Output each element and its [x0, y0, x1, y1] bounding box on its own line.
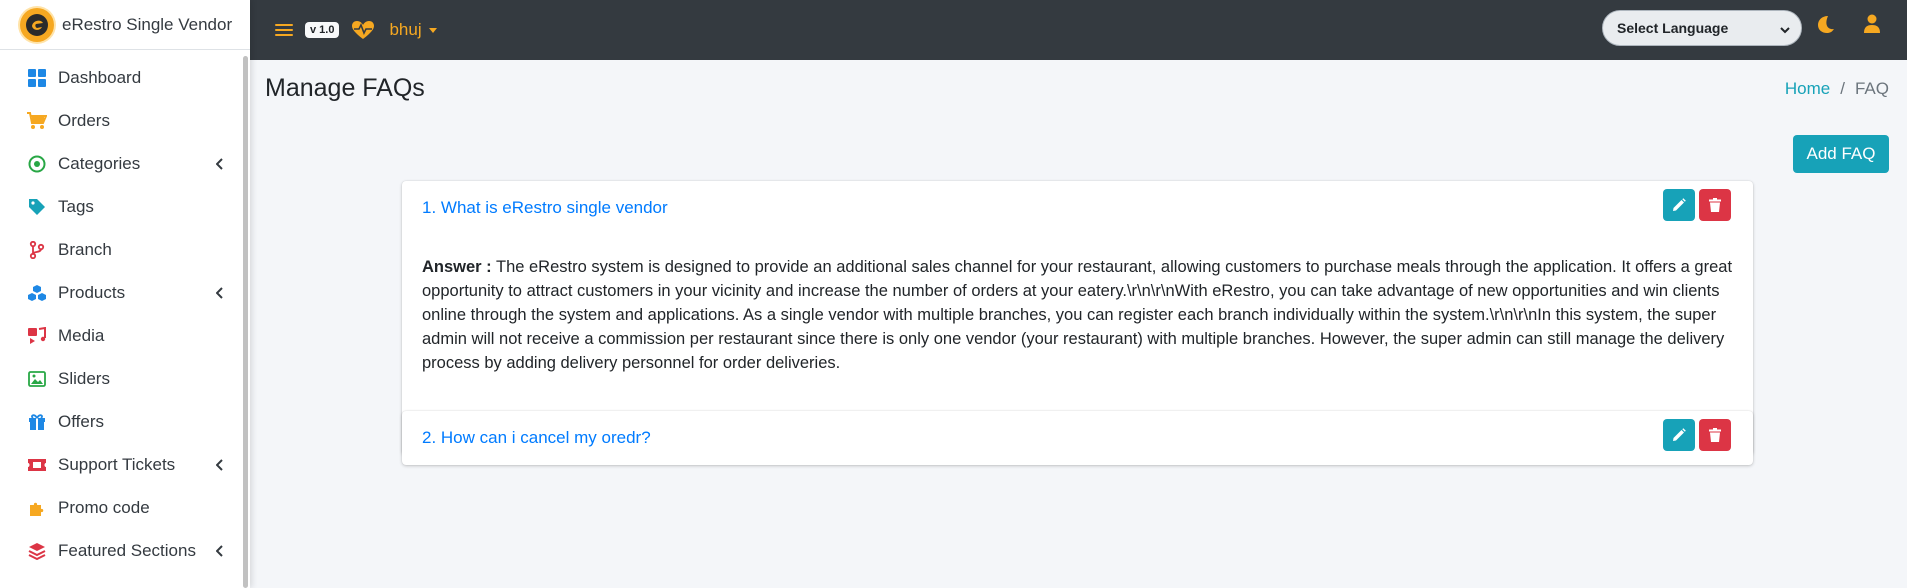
- sidebar-item-label: Sliders: [58, 368, 110, 388]
- sidebar-item-label: Branch: [58, 239, 112, 259]
- ticket-icon: [27, 455, 47, 475]
- breadcrumb-separator: /: [1840, 79, 1845, 98]
- heartbeat-icon[interactable]: [351, 19, 375, 41]
- sidebar-item-label: Dashboard: [58, 67, 142, 87]
- faq-question[interactable]: 1. What is eRestro single vendor: [422, 198, 668, 218]
- image-icon: [27, 369, 47, 389]
- branch-name: bhuj: [389, 20, 422, 39]
- sidebar-item-label: Offers: [58, 411, 104, 431]
- sidebar-item-dashboard[interactable]: Dashboard: [0, 56, 250, 99]
- faq-actions: [1663, 419, 1731, 451]
- sidebar-item-label: Support Tickets: [58, 454, 176, 474]
- brand[interactable]: eRestro Single Vendor: [0, 0, 250, 50]
- chevron-left-icon: [214, 286, 226, 299]
- chevron-left-icon: [214, 458, 226, 471]
- sidebar: eRestro Single Vendor Dashboard Orders C…: [0, 0, 250, 588]
- sidebar-item-label: Media: [58, 325, 105, 345]
- sidebar-item-featured-sections[interactable]: Featured Sections: [0, 529, 250, 572]
- trash-icon: [1709, 428, 1721, 442]
- trash-icon: [1709, 198, 1721, 212]
- sidebar-item-offers[interactable]: Offers: [0, 400, 250, 443]
- faq-question[interactable]: 2. How can i cancel my oredr?: [422, 428, 651, 448]
- media-icon: [27, 326, 47, 346]
- sidebar-item-support-tickets[interactable]: Support Tickets: [0, 443, 250, 486]
- breadcrumb: Home / FAQ: [1785, 79, 1889, 99]
- sidebar-item-sliders[interactable]: Sliders: [0, 357, 250, 400]
- sidebar-item-orders[interactable]: Orders: [0, 99, 250, 142]
- faq-card: 2. How can i cancel my oredr?: [402, 411, 1753, 465]
- edit-faq-button[interactable]: [1663, 189, 1695, 221]
- language-select[interactable]: Select Language: [1602, 10, 1802, 46]
- breadcrumb-current: FAQ: [1854, 79, 1889, 98]
- chevron-down-icon: [1779, 23, 1791, 35]
- menu-toggle-icon[interactable]: [275, 22, 293, 38]
- sidebar-scrollbar[interactable]: [243, 56, 248, 588]
- version-badge: v 1.0: [305, 22, 340, 38]
- sidebar-item-label: Categories: [58, 153, 141, 173]
- breadcrumb-home-link[interactable]: Home: [1785, 79, 1830, 99]
- sidebar-item-categories[interactable]: Categories: [0, 142, 250, 185]
- branch-dropdown[interactable]: bhuj: [389, 20, 437, 40]
- answer-text: The eRestro system is designed to provid…: [422, 258, 1733, 372]
- sidebar-item-products[interactable]: Products: [0, 271, 250, 314]
- sidebar-item-promo-code[interactable]: Promo code: [0, 486, 250, 529]
- moon-icon[interactable]: [1815, 14, 1835, 34]
- sidebar-item-label: Tags: [58, 196, 94, 216]
- pencil-icon: [1673, 198, 1686, 211]
- delete-faq-button[interactable]: [1699, 419, 1731, 451]
- brand-logo-icon: [20, 7, 54, 42]
- chevron-left-icon: [214, 157, 226, 170]
- branch-icon: [27, 240, 47, 260]
- sidebar-item-media[interactable]: Media: [0, 314, 250, 357]
- sidebar-item-branch[interactable]: Branch: [0, 228, 250, 271]
- dashboard-icon: [27, 68, 47, 88]
- cart-icon: [27, 111, 47, 131]
- gift-icon: [27, 412, 47, 432]
- topbar: v 1.0 bhuj Select Language: [250, 0, 1907, 60]
- target-icon: [27, 154, 47, 174]
- cubes-icon: [27, 283, 47, 303]
- caret-down-icon: [428, 27, 437, 33]
- sidebar-item-label: Promo code: [58, 497, 150, 517]
- sidebar-nav: Dashboard Orders Categories Tags Branch …: [0, 50, 250, 572]
- main-content: Manage FAQs Home / FAQ Add FAQ 1. What i…: [250, 60, 1907, 588]
- answer-label: Answer :: [422, 258, 492, 276]
- sidebar-item-label: Featured Sections: [58, 540, 196, 560]
- user-icon[interactable]: [1863, 14, 1883, 34]
- add-faq-button[interactable]: Add FAQ: [1793, 135, 1889, 173]
- edit-faq-button[interactable]: [1663, 419, 1695, 451]
- language-select-value: Select Language: [1617, 20, 1729, 36]
- sidebar-item-label: Orders: [58, 110, 110, 130]
- layers-icon: [27, 541, 47, 561]
- sidebar-item-tags[interactable]: Tags: [0, 185, 250, 228]
- faq-answer: Answer : The eRestro system is designed …: [422, 255, 1734, 375]
- delete-faq-button[interactable]: [1699, 189, 1731, 221]
- faq-actions: [1663, 189, 1731, 221]
- chevron-left-icon: [214, 544, 226, 557]
- puzzle-icon: [27, 498, 47, 518]
- tag-icon: [27, 197, 47, 217]
- pencil-icon: [1673, 428, 1686, 441]
- sidebar-item-label: Products: [58, 282, 126, 302]
- brand-name: eRestro Single Vendor: [62, 14, 233, 34]
- page-title: Manage FAQs: [265, 74, 425, 102]
